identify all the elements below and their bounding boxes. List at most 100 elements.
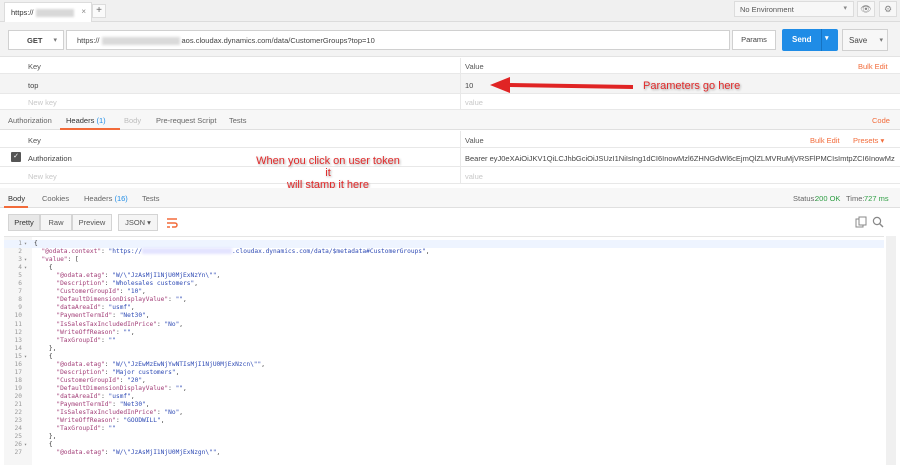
json-key: "@odata.context" [34, 248, 102, 256]
headers-row[interactable]: ✓ Authorization Bearer eyJ0eXAiOiJKV1QiL… [0, 148, 900, 167]
header-value-placeholder[interactable]: value [465, 172, 483, 181]
line-number: 19 [14, 384, 22, 392]
tab-tests[interactable]: Tests [229, 116, 247, 125]
close-tab-icon[interactable]: × [81, 7, 86, 16]
json-punctuation: : [168, 296, 176, 304]
divider [460, 167, 461, 184]
line-number: 23 [14, 417, 22, 425]
json-punctuation: : [112, 401, 120, 408]
tab-response-tests[interactable]: Tests [142, 194, 160, 203]
code-link[interactable]: Code [872, 116, 890, 125]
code-line: 26 ▾ { [4, 441, 884, 449]
params-bulk-edit-link[interactable]: Bulk Edit [858, 62, 888, 71]
json-string: "W/\"JzAsMjI1NjU0MjExNzYn\"" [112, 272, 217, 280]
json-string: "Net30" [119, 312, 146, 320]
eye-icon[interactable]: 👁 [857, 1, 875, 17]
send-label: Send [792, 35, 812, 44]
scrollbar[interactable] [886, 236, 896, 465]
header-key[interactable]: Authorization [28, 154, 72, 163]
code-text: "dataAreaId": "usmf", [34, 304, 134, 312]
wrap-lines-icon[interactable] [163, 214, 181, 231]
pretty-button[interactable]: Pretty [8, 214, 40, 231]
json-string: "https:// [108, 248, 143, 256]
tab-pre-request-script[interactable]: Pre-request Script [156, 116, 216, 125]
fold-toggle-icon[interactable]: ▾ [24, 353, 27, 361]
param-key[interactable]: top [28, 81, 38, 90]
environment-select[interactable]: No Environment ▾ [734, 1, 854, 17]
annotation-arrow [490, 77, 634, 93]
fold-toggle-icon[interactable]: ▾ [24, 256, 27, 264]
chevron-down-icon[interactable]: ▾ [825, 34, 829, 42]
params-new-row[interactable]: New key value [0, 94, 900, 110]
code-text: "CustomerGroupId": "20", [34, 376, 145, 385]
url-prefix: https:// [77, 36, 100, 45]
json-punctuation: , [194, 280, 198, 288]
code-line: 20 "dataAreaId": "usmf", [4, 393, 884, 401]
format-select[interactable]: JSON ▾ [118, 214, 158, 231]
json-punctuation: , [130, 392, 135, 400]
tab-response-body[interactable]: Body [8, 194, 25, 203]
json-key: "DefaultDimensionDisplayValue" [34, 296, 169, 304]
json-punctuation: , [425, 248, 430, 256]
tab-body[interactable]: Body [124, 116, 141, 125]
chevron-down-icon[interactable]: ▾ [879, 36, 883, 44]
json-key: "CustomerGroupId" [34, 376, 120, 384]
save-button[interactable]: Save ▾ [842, 29, 888, 51]
params-button[interactable]: Params [732, 30, 776, 50]
line-number: 20 [14, 392, 22, 400]
url-input[interactable]: https:// aos.cloudax.dynamics.com/data/Cu… [66, 30, 730, 50]
json-string: "" [108, 336, 116, 344]
fold-toggle-icon[interactable]: ▾ [24, 240, 27, 248]
code-line: 4 ▾ { [4, 264, 884, 272]
param-new-key-placeholder[interactable]: New key [28, 98, 57, 107]
headers-bulk-edit-link[interactable]: Bulk Edit [810, 136, 840, 145]
gear-icon[interactable]: ⚙ [879, 1, 897, 17]
line-number: 2 [18, 248, 22, 256]
send-divider [821, 29, 822, 51]
headers-new-row[interactable]: New key value [0, 167, 900, 184]
environment-label: No Environment [740, 5, 794, 14]
fold-toggle-icon[interactable]: ▾ [24, 441, 27, 449]
add-tab-button[interactable]: + [92, 4, 106, 18]
tab-headers-label: Headers [66, 116, 95, 125]
code-text: "@odata.etag": "W/\"JzAsMjI1NjU0MjExNzYn… [34, 272, 220, 280]
json-key: "value" [34, 256, 68, 264]
presets-dropdown[interactable]: Presets ▾ [853, 136, 884, 145]
tab-authorization[interactable]: Authorization [8, 116, 52, 125]
json-string: "20" [127, 376, 143, 384]
tab-response-cookies[interactable]: Cookies [42, 194, 69, 203]
code-line: 10 "PaymentTermId": "Net30", [4, 312, 884, 320]
params-row[interactable]: top 10 [0, 74, 900, 94]
copy-icon[interactable] [855, 216, 867, 228]
fold-toggle-icon[interactable]: ▾ [24, 264, 27, 272]
send-button[interactable]: Send ▾ [782, 29, 838, 51]
json-key: "@odata.etag" [34, 272, 105, 280]
search-icon[interactable] [872, 216, 884, 228]
header-new-key-placeholder[interactable]: New key [28, 172, 57, 181]
json-punctuation: : [168, 384, 176, 392]
json-string: .cloudax.dynamics.com/data/$metadata#Cus… [232, 248, 426, 256]
divider [460, 148, 461, 167]
code-text: "dataAreaId": "usmf", [34, 392, 135, 401]
tab-headers-count: (1) [96, 116, 106, 125]
param-value-placeholder[interactable]: value [465, 98, 483, 107]
line-number: 3 [18, 256, 22, 264]
raw-button[interactable]: Raw [40, 214, 72, 231]
divider [460, 94, 461, 110]
code-text: "DefaultDimensionDisplayValue": "", [34, 384, 186, 393]
code-text: "TaxGroupId": "" [34, 425, 116, 433]
json-punctuation: }, [34, 344, 57, 352]
status-value: 200 OK [815, 194, 841, 203]
header-value[interactable]: Bearer eyJ0eXAiOiJKV1QiLCJhbGciOiJSUzI1N… [465, 154, 895, 163]
json-string: "" [175, 384, 184, 392]
tab-headers[interactable]: Headers (1) [66, 116, 106, 125]
header-enabled-checkbox[interactable]: ✓ [11, 152, 21, 162]
code-line: 17 "Description": "Major customers", [4, 369, 884, 377]
tab-response-headers[interactable]: Headers (16) [84, 194, 128, 203]
preview-button[interactable]: Preview [72, 214, 112, 231]
response-body-editor[interactable]: 1 ▾{2 "@odata.context": "https://.cloudax… [4, 236, 884, 465]
code-text: "@odata.etag": "W/\"JzEwMzEwNjYwNTIsMjI1… [34, 361, 265, 369]
param-value[interactable]: 10 [465, 81, 473, 90]
request-tab[interactable]: https:// × [4, 2, 92, 22]
method-select[interactable]: GET ▾ [8, 30, 64, 50]
